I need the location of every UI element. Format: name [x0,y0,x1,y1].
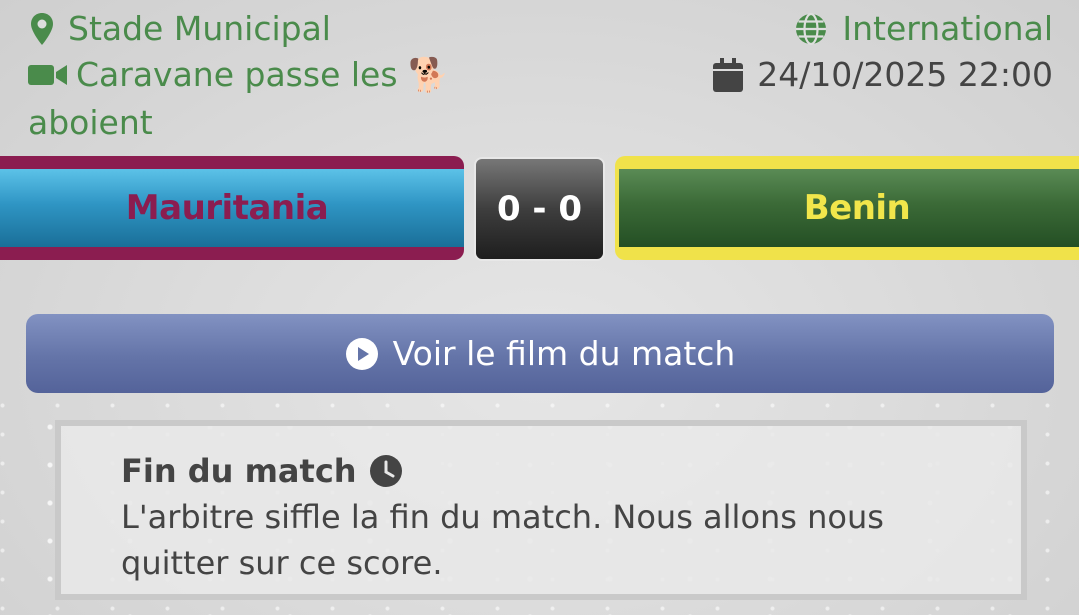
venue-row: Stade Municipal [30,6,331,52]
event-title: Fin du match [121,452,357,490]
score-value: 0 - 0 [496,189,583,229]
datetime-label: 24/10/2025 22:00 [757,55,1053,94]
channel-label: Caravane passe les 🐕 aboient [28,55,450,142]
calendar-icon [713,58,744,92]
competition-label: International [842,9,1053,48]
score-box: 0 - 0 [474,157,605,261]
channel-row: Caravane passe les 🐕 aboient [28,52,458,146]
away-team-name: Benin [803,188,911,228]
home-team-banner: Mauritania [0,156,464,260]
datetime-row: 24/10/2025 22:00 [713,52,1053,98]
watch-match-film-label: Voir le film du match [392,334,736,373]
match-event-card: Fin du match L'arbitre siffle la fin du … [55,420,1027,600]
play-circle-icon [345,337,379,371]
venue-label: Stade Municipal [68,9,331,48]
competition-row: International [794,6,1053,52]
globe-icon [794,12,828,46]
map-pin-icon [30,12,54,46]
watch-match-film-button[interactable]: Voir le film du match [26,314,1054,393]
away-team-banner: Benin [615,156,1079,260]
event-description: L'arbitre siffle la fin du match. Nous a… [121,498,884,582]
clock-icon [369,454,403,488]
video-camera-icon [28,54,68,100]
event-title-row: Fin du match [121,448,1001,494]
home-team-name: Mauritania [125,188,329,228]
